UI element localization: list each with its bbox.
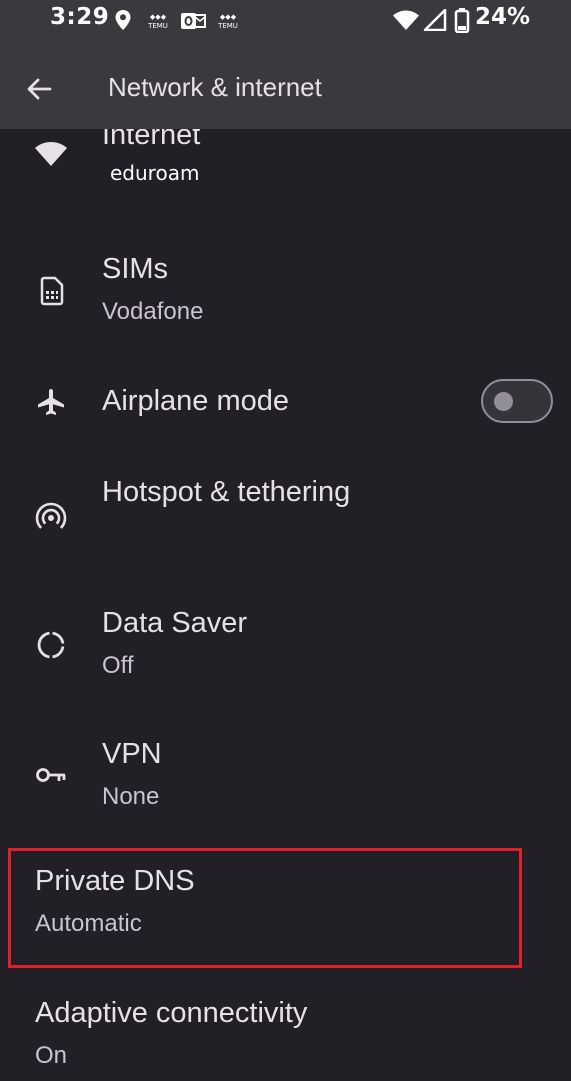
list-item-vpn[interactable]: VPN None xyxy=(0,735,571,835)
svg-text:◆◆◆: ◆◆◆ xyxy=(150,13,167,21)
back-button[interactable] xyxy=(22,74,56,108)
location-icon xyxy=(114,9,132,35)
airplane-icon xyxy=(33,384,69,420)
sim-card-icon xyxy=(33,273,69,309)
wifi-icon xyxy=(33,135,69,171)
list-item-adaptive-connectivity[interactable]: Adaptive connectivity On xyxy=(0,985,571,1081)
arrow-back-icon xyxy=(26,77,52,105)
svg-text:TEMU: TEMU xyxy=(147,22,168,30)
item-title: Data Saver xyxy=(102,607,248,639)
item-title: Hotspot & tethering xyxy=(102,476,351,508)
list-item-hotspot-tethering[interactable]: Hotspot & tethering xyxy=(0,464,571,584)
battery-percentage: 24% xyxy=(475,4,531,30)
svg-text:◆◆◆: ◆◆◆ xyxy=(220,13,237,21)
item-title: SIMs xyxy=(102,253,169,285)
wifi-icon xyxy=(392,9,420,35)
list-item-internet[interactable]: Internet eduroam xyxy=(0,129,571,209)
settings-list: Internet eduroam SIMs Vodafone Airplane … xyxy=(0,129,571,1081)
app-bar: Network & internet xyxy=(0,52,571,129)
battery-icon xyxy=(454,7,470,37)
item-summary: eduroam xyxy=(110,161,200,185)
status-bar: 3:29 ◆◆◆ TEMU ◆◆◆ TEMU 24% xyxy=(0,0,571,52)
cell-signal-icon xyxy=(423,8,447,35)
list-item-sims[interactable]: SIMs Vodafone xyxy=(0,241,571,341)
item-title: Airplane mode xyxy=(102,385,289,417)
outlook-icon xyxy=(180,10,206,36)
toggle-knob xyxy=(494,392,513,411)
item-title: Adaptive connectivity xyxy=(35,997,308,1029)
temu-icon: ◆◆◆ TEMU xyxy=(145,11,171,35)
temu-icon: ◆◆◆ TEMU xyxy=(215,11,241,35)
hotspot-icon xyxy=(33,499,69,535)
item-summary: Automatic xyxy=(35,910,142,937)
list-item-data-saver[interactable]: Data Saver Off xyxy=(0,605,571,705)
page-title: Network & internet xyxy=(108,72,322,102)
item-summary: Off xyxy=(102,652,134,679)
svg-text:TEMU: TEMU xyxy=(217,22,238,30)
item-title: Internet xyxy=(102,129,201,151)
status-time: 3:29 xyxy=(50,4,110,30)
item-summary: None xyxy=(102,783,160,810)
list-item-private-dns[interactable]: Private DNS Automatic xyxy=(0,855,571,965)
item-summary: On xyxy=(35,1042,68,1069)
item-title: VPN xyxy=(102,738,162,770)
airplane-mode-toggle[interactable] xyxy=(481,379,553,423)
vpn-key-icon xyxy=(33,757,69,793)
data-saver-icon xyxy=(33,627,69,663)
item-summary: Vodafone xyxy=(102,298,204,325)
item-title: Private DNS xyxy=(35,865,195,897)
